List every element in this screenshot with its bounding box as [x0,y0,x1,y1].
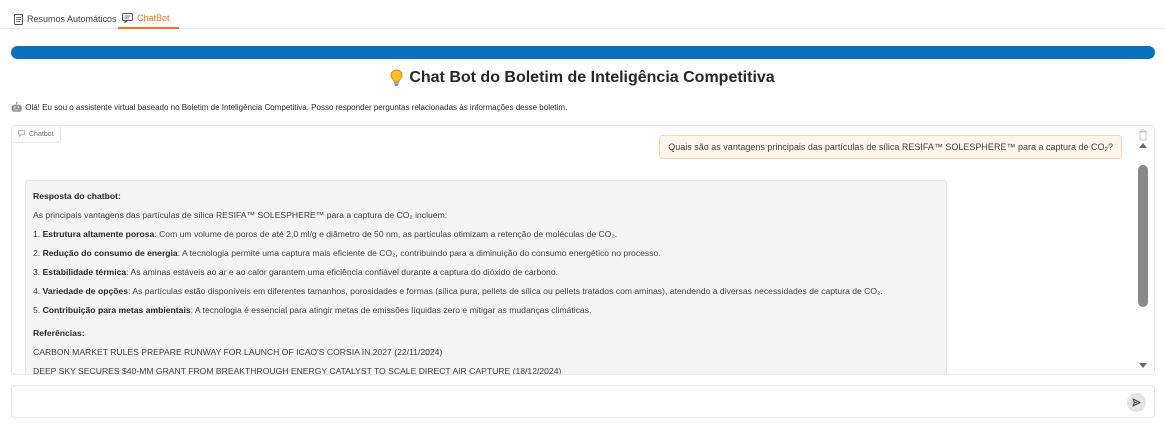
tab-bar: Resumos Automáticos ChatBot [0,0,1165,29]
list-item: 1. Estrutura altamente porosa: Com um vo… [33,229,618,239]
list-item: 2. Redução do consumo de energia: A tecn… [33,248,661,258]
bot-message-intro: As principais vantagens das partículas d… [33,210,448,220]
tab-chatbot[interactable]: ChatBot [118,9,179,29]
trash-icon[interactable] [1138,128,1148,141]
chat-bubble-icon [18,129,25,139]
bot-message: Resposta do chatbot: As principais vanta… [25,180,947,375]
lightbulb-icon [390,69,403,87]
scroll-down-arrow-icon[interactable] [1137,360,1149,370]
list-item: 4. Variedade de opções: As partículas es… [33,286,883,296]
message-input[interactable] [20,392,1110,412]
document-icon [14,13,23,25]
intro-message: Olá! Eu sou o assistente virtual baseado… [25,103,568,112]
chat-icon [122,13,133,23]
progress-bar [11,46,1155,59]
references-heading: Referências: [33,328,85,338]
scroll-thumb[interactable] [1138,165,1148,307]
list-item: 3. Estabilidade térmica: As aminas estáv… [33,267,559,277]
page-title: Chat Bot do Boletim de Inteligência Comp… [0,69,1165,87]
scrollbar[interactable] [1137,140,1149,370]
reference-item: DEEP SKY SECURES $40-MM GRANT FROM BREAK… [33,366,562,375]
tab-label: Resumos Automáticos [27,14,117,24]
send-button[interactable] [1127,393,1146,412]
tab-resumos-automaticos[interactable]: Resumos Automáticos [10,9,121,29]
intro-text: 🤖 Olá! Eu sou o assistente virtual basea… [11,102,567,113]
send-icon [1132,394,1141,412]
robot-icon: 🤖 [11,102,23,112]
bot-message-heading: Resposta do chatbot: [33,191,121,201]
scroll-up-arrow-icon[interactable] [1137,140,1149,150]
list-item: 5. Contribuição para metas ambientais: A… [33,305,592,315]
chatbot-panel: Chatbot Quais são as vantagens principai… [11,125,1155,375]
message-input-box [11,385,1155,418]
user-message: Quais são as vantagens principais das pa… [659,135,1122,159]
chatbot-label: Chatbot [12,126,61,143]
tab-label: ChatBot [137,13,170,23]
title-text: Chat Bot do Boletim de Inteligência Comp… [409,69,775,86]
reference-item: CARBON MARKET RULES PREPARE RUNWAY FOR L… [33,347,443,357]
